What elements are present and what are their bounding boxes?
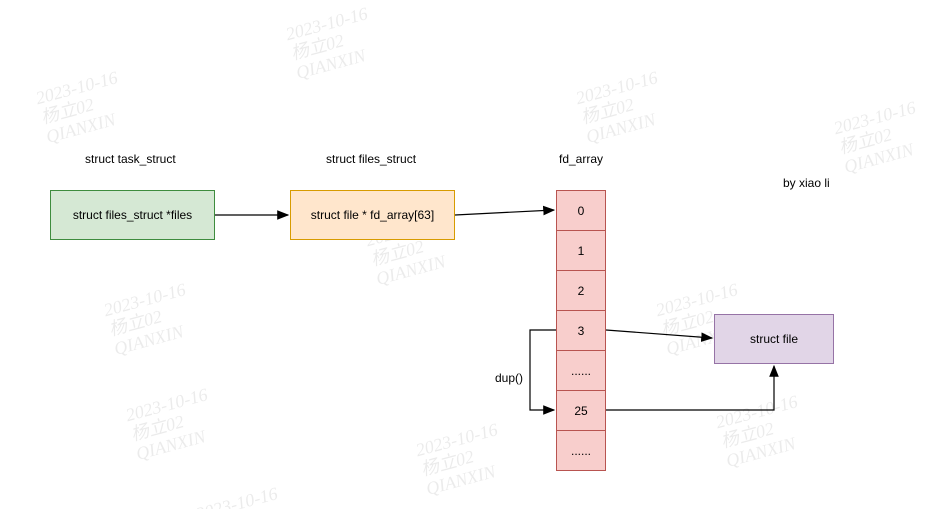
struct-file-box: struct file bbox=[714, 314, 834, 364]
watermark: 2023-10-16 杨立02 QIANXIN bbox=[102, 280, 199, 359]
byline-label: by xiao li bbox=[783, 176, 830, 190]
task-struct-box: struct files_struct *files bbox=[50, 190, 215, 240]
files-struct-header: struct files_struct bbox=[326, 152, 416, 166]
watermark: 2023-10-16 杨立02 QIANXIN bbox=[574, 68, 671, 147]
fd-cell: 0 bbox=[557, 191, 605, 231]
watermark: 2023-10-16 杨立02 QIANXIN bbox=[414, 420, 511, 499]
watermark: 2023-10-16 杨立02 QIANXIN bbox=[832, 98, 927, 177]
fd-cell: 25 bbox=[557, 391, 605, 431]
fd-cell: 3 bbox=[557, 311, 605, 351]
fd-array-header: fd_array bbox=[559, 152, 603, 166]
arrows-layer bbox=[0, 0, 927, 509]
task-struct-header: struct task_struct bbox=[85, 152, 176, 166]
fd-array-container: 0 1 2 3 ...... 25 ...... bbox=[556, 190, 606, 471]
fd-cell: ...... bbox=[557, 431, 605, 471]
fd-cell: 1 bbox=[557, 231, 605, 271]
fd-cell: 2 bbox=[557, 271, 605, 311]
arrow-files-to-array bbox=[455, 210, 554, 215]
task-struct-text: struct files_struct *files bbox=[73, 208, 192, 222]
struct-file-text: struct file bbox=[750, 332, 798, 346]
arrow-fd3-to-file bbox=[606, 330, 712, 338]
watermark: 2023-10-16 杨立02 QIANXIN bbox=[714, 392, 811, 471]
dup-label: dup() bbox=[495, 371, 523, 385]
fd-cell: ...... bbox=[557, 351, 605, 391]
files-struct-text: struct file * fd_array[63] bbox=[311, 208, 434, 222]
arrow-fd25-to-file bbox=[606, 366, 774, 410]
watermark: 2023-10-16 杨立02 QIANXIN bbox=[194, 484, 291, 509]
files-struct-box: struct file * fd_array[63] bbox=[290, 190, 455, 240]
watermark: 2023-10-16 杨立02 QIANXIN bbox=[34, 68, 131, 147]
watermark: 2023-10-16 杨立02 QIANXIN bbox=[284, 4, 381, 83]
arrow-dup bbox=[530, 330, 556, 410]
watermark: 2023-10-16 杨立02 QIANXIN bbox=[124, 385, 221, 464]
